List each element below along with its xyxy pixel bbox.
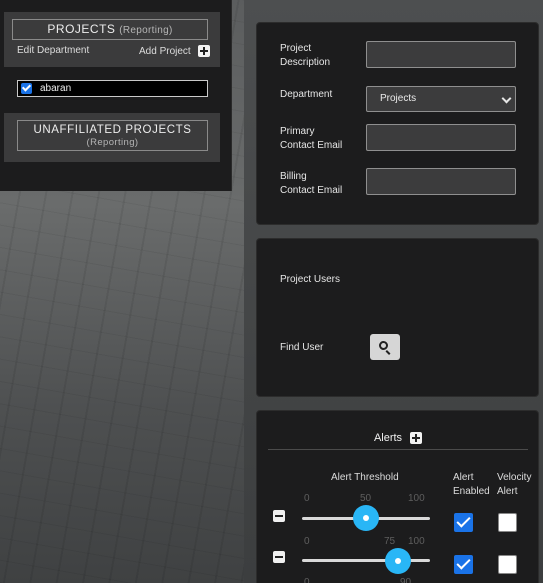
- project-checkbox[interactable]: [21, 83, 32, 94]
- unaffiliated-projects-button[interactable]: UNAFFILIATED PROJECTS (Reporting): [17, 120, 208, 151]
- threshold-value-tick: 50: [360, 493, 372, 504]
- chevron-down-icon: [501, 93, 512, 104]
- threshold-value-tick: 75: [384, 536, 396, 547]
- velocity-alert-header: Velocity Alert: [497, 472, 532, 497]
- find-user-label: Find User: [280, 342, 324, 353]
- project-users-label: Project Users: [280, 274, 341, 285]
- threshold-value-tick: 90: [400, 577, 412, 583]
- alert-enabled-header: Alert Enabled: [453, 472, 490, 497]
- project-description-input[interactable]: [366, 41, 516, 68]
- projects-title-button[interactable]: PROJECTS (Reporting): [12, 19, 208, 40]
- remove-alert-minus-icon[interactable]: [273, 551, 285, 563]
- billing-contact-email-label: Billing Contact Email: [280, 171, 343, 196]
- add-project-button[interactable]: Add Project: [139, 45, 210, 57]
- plus-icon: [197, 45, 210, 57]
- projects-subtitle: (Reporting): [119, 25, 173, 36]
- alert-threshold-header: Alert Threshold: [331, 472, 399, 483]
- velocity-alert-checkbox[interactable]: [498, 513, 517, 532]
- alert-enabled-checkbox[interactable]: [454, 555, 473, 574]
- project-list-item[interactable]: abaran: [17, 80, 208, 97]
- projects-panel: PROJECTS (Reporting) Edit Department Add…: [0, 0, 232, 191]
- threshold-min-tick: 0: [304, 493, 310, 504]
- unaffiliated-title: UNAFFILIATED PROJECTS: [33, 124, 192, 136]
- alerts-divider: [268, 449, 528, 450]
- projects-title: PROJECTS: [47, 22, 116, 36]
- unaffiliated-subtitle: (Reporting): [86, 137, 139, 148]
- billing-contact-email-input[interactable]: [366, 168, 516, 195]
- department-select[interactable]: Projects: [366, 86, 516, 112]
- alert-threshold-slider-thumb[interactable]: [353, 505, 379, 531]
- project-users-card: [256, 238, 539, 397]
- find-user-search-button[interactable]: [370, 334, 400, 360]
- velocity-alert-checkbox[interactable]: [498, 555, 517, 574]
- threshold-min-tick: 0: [304, 577, 310, 583]
- alert-threshold-slider-thumb[interactable]: [385, 548, 411, 574]
- primary-contact-email-input[interactable]: [366, 124, 516, 151]
- add-alert-plus-icon[interactable]: [410, 432, 423, 444]
- threshold-min-tick: 0: [304, 536, 310, 547]
- alerts-header: Alerts: [268, 432, 528, 444]
- search-icon: [379, 341, 388, 350]
- alert-enabled-checkbox[interactable]: [454, 513, 473, 532]
- project-name: abaran: [40, 83, 72, 94]
- department-value: Projects: [380, 93, 417, 104]
- threshold-max-tick: 100: [408, 493, 425, 504]
- threshold-max-tick: 100: [408, 536, 425, 547]
- department-label: Department: [280, 89, 333, 100]
- add-project-label: Add Project: [139, 45, 191, 57]
- project-description-label: Project Description: [280, 43, 331, 68]
- alerts-title: Alerts: [373, 432, 403, 444]
- remove-alert-minus-icon[interactable]: [273, 510, 285, 522]
- primary-contact-email-label: Primary Contact Email: [280, 126, 343, 151]
- edit-department-link[interactable]: Edit Department: [17, 45, 89, 56]
